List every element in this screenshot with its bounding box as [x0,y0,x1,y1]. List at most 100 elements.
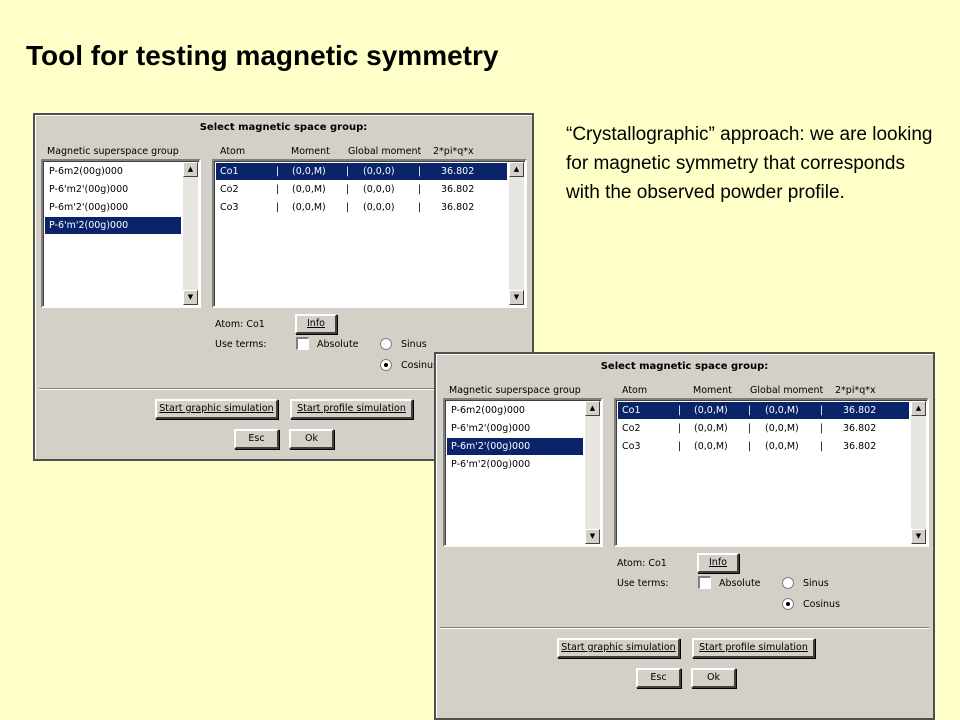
global-moment-cell: (0,0,0) [363,202,395,213]
scroll-down-arrow-icon[interactable]: ▼ [911,529,926,544]
esc-button-label: Esc [650,672,667,683]
separator-cell: | [820,423,824,434]
absolute-checkbox[interactable] [698,576,711,589]
separator-line [440,627,929,629]
cosinus-label: Cosinus [803,599,841,610]
group-list-header: Magnetic superspace group [449,385,581,396]
scroll-down-arrow-icon[interactable]: ▼ [509,290,524,305]
scroll-down-arrow-icon[interactable]: ▼ [183,290,198,305]
atom-row[interactable]: Co3 | (0,0,M) | (0,0,M) | 36.802 [618,438,909,455]
separator-cell: | [346,202,350,213]
sinus-label: Sinus [401,339,427,350]
absolute-label: Absolute [719,578,761,589]
cosinus-radio[interactable] [380,359,392,371]
scroll-up-arrow-icon[interactable]: ▲ [911,401,926,416]
global-moment-cell: (0,0,M) [765,441,799,452]
atom-label: Atom: Co1 [215,319,265,330]
start-profile-simulation-button[interactable]: Start profile simulation [692,638,815,658]
atom-table[interactable]: Co1 | (0,0,M) | (0,0,0) | 36.802 Co2 | (… [212,159,527,308]
ok-button-label: Ok [707,672,720,683]
phase-cell: 36.802 [441,202,475,213]
global-moment-cell: (0,0,M) [765,405,799,416]
group-list-item[interactable]: P-6'm'2(00g)000 [447,456,583,473]
separator-cell: | [346,184,350,195]
esc-button[interactable]: Esc [234,429,279,449]
info-button[interactable]: Info [295,314,337,334]
group-list-item[interactable]: P-6m2(00g)000 [447,402,583,419]
start-graphic-simulation-label: Start graphic simulation [561,642,676,653]
separator-cell: | [276,202,280,213]
slide-title: Tool for testing magnetic symmetry [26,40,499,71]
group-list-scrollbar[interactable]: ▲ ▼ [585,401,600,544]
group-list[interactable]: P-6m2(00g)000 P-6'm2'(00g)000 P-6m'2'(00… [41,159,201,308]
sinus-radio[interactable] [380,338,392,350]
start-graphic-simulation-button[interactable]: Start graphic simulation [557,638,680,658]
phase-cell: 36.802 [843,423,877,434]
atom-cell: Co1 [622,405,641,416]
group-list-scrollbar[interactable]: ▲ ▼ [183,162,198,305]
esc-button[interactable]: Esc [636,668,681,688]
moment-cell: (0,0,M) [292,202,326,213]
group-list-item[interactable]: P-6m2(00g)000 [45,163,181,180]
cosinus-label: Cosinus [401,360,439,371]
slide-description: “Crystallographic” approach: we are look… [566,124,933,203]
scroll-down-arrow-icon[interactable]: ▼ [585,529,600,544]
group-list-item[interactable]: P-6m'2'(00g)000 [45,199,181,216]
atom-cell: Co3 [220,202,239,213]
separator-cell: | [748,441,752,452]
group-list[interactable]: P-6m2(00g)000 P-6'm2'(00g)000 P-6m'2'(00… [443,398,603,547]
column-header-global-moment: Global moment [750,385,824,396]
atom-row[interactable]: Co3 | (0,0,M) | (0,0,0) | 36.802 [216,199,507,216]
column-header-atom: Atom [622,385,648,396]
atom-row[interactable]: Co2 | (0,0,M) | (0,0,0) | 36.802 [216,181,507,198]
ok-button[interactable]: Ok [691,668,736,688]
scroll-up-arrow-icon[interactable]: ▲ [509,162,524,177]
esc-button-label: Esc [248,433,265,444]
column-header-moment: Moment [291,146,330,157]
global-moment-cell: (0,0,0) [363,166,395,177]
moment-cell: (0,0,M) [694,405,728,416]
column-header-phase: 2*pi*q*x [835,385,876,396]
info-button[interactable]: Info [697,553,739,573]
group-list-header: Magnetic superspace group [47,146,179,157]
start-graphic-simulation-button[interactable]: Start graphic simulation [155,399,278,419]
separator-cell: | [346,166,350,177]
cosinus-radio[interactable] [782,598,794,610]
column-header-phase: 2*pi*q*x [433,146,474,157]
info-button-label: Info [709,557,727,568]
atom-row-selected[interactable]: Co1 | (0,0,M) | (0,0,0) | 36.802 [216,163,507,180]
sinus-radio[interactable] [782,577,794,589]
separator-cell: | [418,184,422,195]
phase-cell: 36.802 [843,405,877,416]
atom-row[interactable]: Co2 | (0,0,M) | (0,0,M) | 36.802 [618,420,909,437]
absolute-checkbox[interactable] [296,337,309,350]
separator-cell: | [276,166,280,177]
phase-cell: 36.802 [843,441,877,452]
column-header-atom: Atom [220,146,246,157]
atom-label: Atom: Co1 [617,558,667,569]
scroll-up-arrow-icon[interactable]: ▲ [183,162,198,177]
atom-table-scrollbar[interactable]: ▲ ▼ [509,162,524,305]
atom-row-selected[interactable]: Co1 | (0,0,M) | (0,0,M) | 36.802 [618,402,909,419]
ok-button-label: Ok [305,433,318,444]
radio-selected-dot [786,602,790,606]
start-profile-simulation-button[interactable]: Start profile simulation [290,399,413,419]
radio-selected-dot [384,363,388,367]
separator-cell: | [678,441,682,452]
sinus-label: Sinus [803,578,829,589]
group-list-item[interactable]: P-6'm2'(00g)000 [45,181,181,198]
use-terms-label: Use terms: [215,339,267,350]
ok-button[interactable]: Ok [289,429,334,449]
separator-cell: | [678,405,682,416]
scroll-up-arrow-icon[interactable]: ▲ [585,401,600,416]
separator-cell: | [276,184,280,195]
separator-cell: | [748,405,752,416]
group-list-item[interactable]: P-6'm2'(00g)000 [447,420,583,437]
separator-cell: | [678,423,682,434]
group-list-item-selected[interactable]: P-6m'2'(00g)000 [447,438,583,455]
atom-table-scrollbar[interactable]: ▲ ▼ [911,401,926,544]
global-moment-cell: (0,0,0) [363,184,395,195]
group-list-item-selected[interactable]: P-6'm'2(00g)000 [45,217,181,234]
separator-cell: | [418,166,422,177]
atom-table[interactable]: Co1 | (0,0,M) | (0,0,M) | 36.802 Co2 | (… [614,398,929,547]
